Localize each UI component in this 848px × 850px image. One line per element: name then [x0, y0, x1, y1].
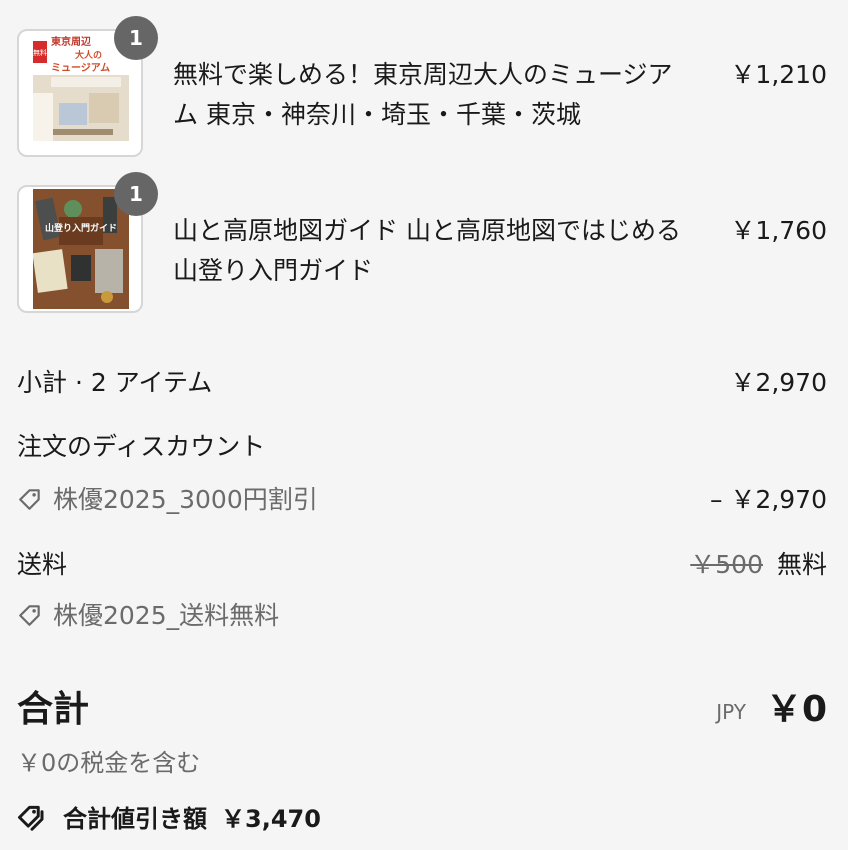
discount-code: 株優2025_3000円割引	[17, 480, 318, 520]
tax-note: ￥0の税金を含む	[17, 749, 201, 777]
shipping-discount-row: 株優2025_送料無料	[17, 596, 827, 636]
subtotal-row: 小計 · 2 アイテム ￥2,970	[17, 363, 827, 403]
line-item: 無料 東京周辺 大人の ミュージアム 1 無料で楽しめる！東京周辺大人のミュージ…	[17, 16, 827, 159]
shipping-discount-code-text: 株優2025_送料無料	[53, 601, 280, 630]
currency-code: JPY	[716, 700, 746, 724]
discount-code-text: 株優2025_3000円割引	[53, 485, 318, 514]
discount-code-row: 株優2025_3000円割引 – ￥2,970	[17, 480, 827, 520]
tag-icon	[19, 489, 40, 510]
svg-text:無料: 無料	[33, 48, 47, 57]
svg-text:山登り入門ガイド: 山登り入門ガイド	[45, 222, 117, 234]
total-row: 合計 JPY ￥0	[17, 684, 827, 736]
total-label: 合計	[17, 689, 90, 730]
line-item: 山登り入門ガイド 1 山と高原地図ガイド 山と高原地図ではじめる山登り入門ガイド…	[17, 172, 827, 315]
order-discount-row: 注文のディスカウント	[17, 427, 827, 467]
subtotal-value: ￥2,970	[730, 368, 827, 397]
shipping-row: 送料 ￥500 無料	[17, 545, 827, 585]
quantity-badge: 1	[114, 16, 158, 60]
svg-text:東京周辺: 東京周辺	[51, 35, 91, 48]
order-summary: 無料 東京周辺 大人の ミュージアム 1 無料で楽しめる！東京周辺大人のミュージ…	[0, 0, 848, 850]
total-amount: JPY ￥0	[716, 684, 827, 742]
total-savings-label: 合計値引き額	[63, 805, 207, 833]
shipping-label: 送料	[17, 550, 68, 579]
product-title: 山と高原地図ガイド 山と高原地図ではじめる山登り入門ガイド	[173, 216, 681, 285]
svg-text:ミュージアム: ミュージアム	[51, 62, 110, 74]
shipping-discount-code: 株優2025_送料無料	[17, 596, 279, 636]
product-title: 無料で楽しめる！東京周辺大人のミュージアム 東京・神奈川・埼玉・千葉・茨城	[173, 60, 673, 129]
order-discount-label: 注文のディスカウント	[17, 432, 266, 461]
shipping-value: 無料	[776, 550, 827, 579]
tag-icon	[19, 605, 40, 626]
total-savings-value: ￥3,470	[221, 805, 321, 833]
shipping-original-price: ￥500	[690, 550, 763, 579]
total-savings-row: 合計値引き額 ￥3,470	[17, 800, 321, 838]
shipping-price: ￥500 無料	[690, 545, 827, 585]
book-cover-mountain: 山登り入門ガイド	[33, 189, 129, 309]
total-value: ￥0	[765, 689, 827, 730]
tags-icon	[18, 805, 44, 831]
product-price: ￥1,210	[730, 60, 827, 89]
book-cover-museum: 無料 東京周辺 大人の ミュージアム	[33, 33, 129, 153]
svg-text:大人の: 大人の	[75, 49, 102, 61]
quantity-badge: 1	[114, 172, 158, 216]
product-price: ￥1,760	[730, 216, 827, 245]
order-discount-value: – ￥2,970	[709, 485, 827, 514]
subtotal-label: 小計 · 2 アイテム	[17, 368, 213, 397]
